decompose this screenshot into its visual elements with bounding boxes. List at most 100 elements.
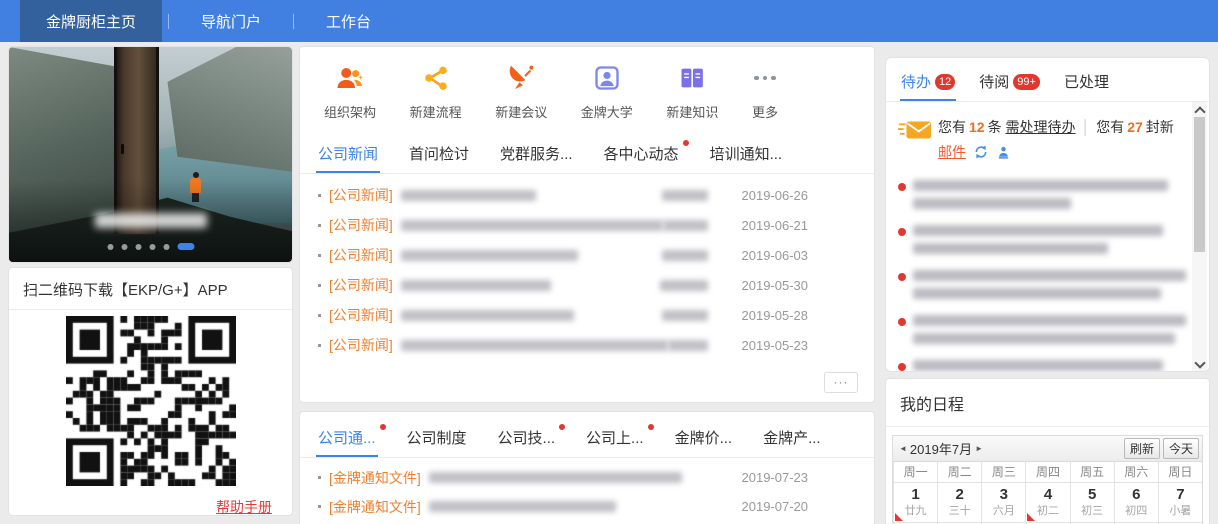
news-author-redacted [662,249,708,261]
refresh-icon[interactable] [973,145,989,163]
todo-text-redacted [913,198,1071,209]
day-number: 2 [955,486,964,503]
refresh-button[interactable]: 刷新 [1123,438,1160,459]
quick-action-new-knowledge[interactable]: 新建知识 [666,63,718,121]
news-item[interactable]: [公司新闻] 2019-05-30 [300,270,874,300]
day-lunar-label: 初二 [1036,505,1059,517]
todo-item[interactable] [898,315,1209,344]
tab-brand-product[interactable]: 金牌产... [761,419,823,457]
scroll-down-icon[interactable] [1195,359,1204,368]
pending-todo-link[interactable]: 需处理待办 [1005,119,1075,135]
carousel-dot[interactable] [149,243,155,250]
news-title-redacted [400,219,664,231]
door-handle [120,144,124,155]
bullet-icon [318,476,321,479]
qr-download-card: 扫二维码下载【EKP/G+】APP 帮助手册 [8,267,293,516]
day-lunar-label: 初四 [1125,505,1148,517]
unread-dot-icon [898,183,906,191]
todo-text-redacted [913,360,1163,371]
help-manual-link[interactable]: 帮助手册 [216,497,272,517]
tab-company-notice[interactable]: 公司通... [316,419,386,457]
calendar-day-cell[interactable]: 5 初三 [1069,483,1114,522]
calendar-day-cell[interactable]: 6 初四 [1113,483,1158,522]
calendar-day-cell[interactable]: 1 廿九 [893,483,937,522]
tab-center-updates[interactable]: 各中心动态 [602,135,689,173]
calendar-day-cell[interactable]: 4 初二 [1025,483,1069,522]
tab-to-read[interactable]: 待阅 99+ [978,58,1041,101]
carousel-image[interactable] [9,47,292,262]
todo-item[interactable] [898,270,1209,299]
qr-card-title: 扫二维码下载【EKP/G+】APP [9,268,292,310]
calendar: ◄ 2019年7月 ► 刷新 今天 周一 周二 周三 周四 周五 周六 周日 1 廿九 [892,435,1203,524]
share-icon [422,63,450,93]
new-indicator-dot [682,140,689,146]
news-item[interactable]: [公司新闻] 2019-06-03 [300,240,874,270]
tab-party-services[interactable]: 党群服务... [498,135,575,173]
nav-tab-portal[interactable]: 导航门户 [175,0,287,42]
todo-scrollbar[interactable] [1192,102,1207,371]
carousel-dot-active[interactable] [177,243,194,250]
doc-title-redacted [428,472,682,483]
tab-first-review[interactable]: 首问检讨 [407,135,471,173]
news-list: [公司新闻] 2019-06-26 [公司新闻] 2019-06-21 [公司新… [300,174,874,360]
quick-action-more[interactable]: 更多 [752,63,778,121]
scroll-up-icon[interactable] [1195,106,1204,115]
carousel-dot[interactable] [163,243,169,250]
todo-item[interactable] [898,225,1209,254]
new-mail-count: 27 [1127,119,1143,135]
mail-link[interactable]: 邮件 [938,144,966,160]
qr-code [66,316,236,486]
todo-text-redacted [913,180,1168,191]
todo-text-redacted [913,315,1186,326]
news-author-redacted [668,339,708,351]
news-more-button[interactable]: ··· [824,372,858,393]
mail-notice: 您有 12 条 需处理待办 │ 您有 27 封新邮件 [886,102,1209,168]
carousel-dot[interactable] [121,243,127,250]
quick-action-org[interactable]: 组织架构 [324,63,376,121]
doc-item[interactable]: [金牌通知文件] 2019-07-20 [300,492,874,521]
todo-item[interactable] [898,360,1209,371]
doc-item[interactable]: [金牌通知文件] 2019-07-23 [300,463,874,492]
id-badge-icon [593,63,621,93]
calendar-day-cell[interactable]: 7 小暑 [1157,483,1202,522]
news-author-redacted [662,189,708,201]
prev-month-icon[interactable]: ◄ [896,444,910,453]
carousel-dot[interactable] [135,243,141,250]
news-item[interactable]: [公司新闻] 2019-06-21 [300,210,874,240]
tab-todo[interactable]: 待办 12 [900,58,957,101]
calendar-day-cell[interactable]: 3 六月 [981,483,1025,522]
more-dots-icon [754,63,776,93]
today-button[interactable]: 今天 [1162,438,1199,459]
tab-company-policy[interactable]: 公司制度 [405,419,469,457]
news-item[interactable]: [公司新闻] 2019-06-26 [300,180,874,210]
calendar-header: ◄ 2019年7月 ► 刷新 今天 [893,436,1202,462]
day-number: 5 [1087,486,1097,503]
tab-company-tech[interactable]: 公司技... [496,419,566,457]
news-item[interactable]: [公司新闻] 2019-05-23 [300,330,874,360]
day-number: 6 [1132,486,1141,503]
carousel-dot[interactable] [107,243,113,250]
tab-brand-value[interactable]: 金牌价... [673,419,735,457]
calendar-day-cell[interactable]: 2 三十 [937,483,981,522]
tab-company-listing[interactable]: 公司上... [584,419,654,457]
quick-action-new-meeting[interactable]: 新建会议 [495,63,547,121]
todo-text-redacted [913,333,1175,344]
tab-processed[interactable]: 已处理 [1063,58,1110,101]
todo-list [886,168,1209,371]
day-number: 4 [1043,486,1053,503]
next-month-icon[interactable]: ► [972,444,986,453]
quick-action-new-flow[interactable]: 新建流程 [410,63,462,121]
tab-company-news[interactable]: 公司新闻 [316,135,381,173]
scrollbar-thumb[interactable] [1194,117,1205,252]
unread-dot-icon [898,228,906,236]
news-item[interactable]: [公司新闻] 2019-05-28 [300,300,874,330]
doc-title-redacted [428,501,616,512]
nav-tab-home[interactable]: 金牌厨柜主页 [20,0,163,42]
mail-envelope-icon [898,117,932,168]
todo-item[interactable] [898,180,1209,209]
quick-action-university[interactable]: 金牌大学 [581,63,633,121]
nav-tab-workbench[interactable]: 工作台 [300,0,397,42]
todo-count: 12 [969,119,985,135]
contact-person-icon[interactable] [996,146,1011,163]
tab-training-notices[interactable]: 培训通知... [708,135,785,173]
